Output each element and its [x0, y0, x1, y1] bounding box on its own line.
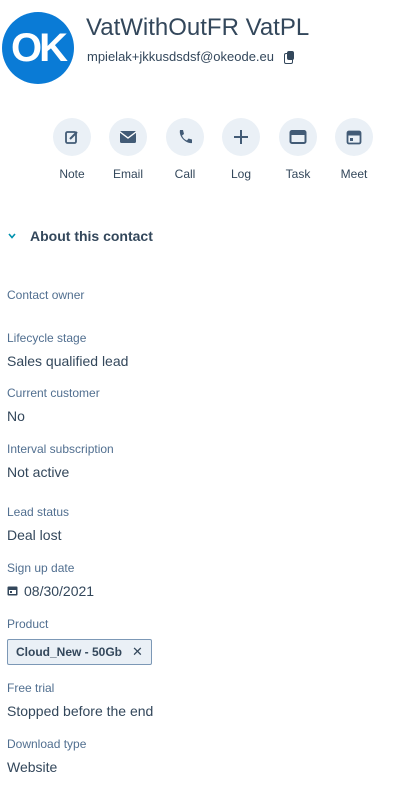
- task-icon: [279, 118, 317, 156]
- property-value: Not active: [7, 464, 70, 480]
- tag-label: Cloud_New - 50Gb: [16, 645, 123, 659]
- property-label: Lead status: [7, 505, 70, 519]
- log-button[interactable]: Log: [219, 118, 263, 181]
- property-value: Deal lost: [7, 527, 62, 543]
- property-label: Contact owner: [7, 288, 85, 302]
- property-lifecycle-stage[interactable]: Lifecycle stage Sales qualified lead: [7, 331, 387, 369]
- property-label: Lifecycle stage: [7, 331, 87, 345]
- note-label: Note: [59, 167, 85, 181]
- quick-actions: Note Email Call Log Task Meet: [50, 118, 380, 188]
- date-value: 08/30/2021: [24, 583, 95, 599]
- email-icon: [109, 118, 147, 156]
- property-value: No: [7, 408, 25, 424]
- contact-email[interactable]: mpielak+jkkusdsdsf@okeode.eu: [87, 49, 274, 64]
- about-section-toggle[interactable]: About this contact: [0, 224, 153, 248]
- property-value: Stopped before the end: [7, 703, 154, 719]
- property-download-type[interactable]: Download type Website: [7, 737, 387, 775]
- calendar-icon: [335, 118, 373, 156]
- task-button[interactable]: Task: [276, 118, 320, 181]
- property-label: Free trial: [7, 681, 55, 695]
- property-product[interactable]: Product Cloud_New - 50Gb ✕: [7, 617, 387, 665]
- property-label: Sign up date: [7, 561, 75, 575]
- avatar: OK: [2, 12, 74, 84]
- chevron-down-icon: [0, 233, 24, 239]
- copy-icon[interactable]: [284, 50, 295, 64]
- note-icon: [53, 118, 91, 156]
- log-label: Log: [230, 167, 252, 181]
- property-label: Interval subscription: [7, 442, 114, 456]
- call-label: Call: [174, 167, 196, 181]
- property-label: Current customer: [7, 386, 100, 400]
- property-value: Website: [7, 759, 58, 775]
- meet-label: Meet: [340, 167, 368, 181]
- call-button[interactable]: Call: [163, 118, 207, 181]
- property-lead-status[interactable]: Lead status Deal lost: [7, 505, 387, 543]
- calendar-icon: [7, 583, 18, 599]
- email-button[interactable]: Email: [106, 118, 150, 181]
- close-icon[interactable]: ✕: [132, 644, 143, 660]
- property-label: Download type: [7, 737, 87, 751]
- plus-icon: [222, 118, 260, 156]
- property-interval-subscription[interactable]: Interval subscription Not active: [7, 442, 387, 480]
- section-title: About this contact: [30, 228, 153, 244]
- property-current-customer[interactable]: Current customer No: [7, 386, 387, 424]
- meet-button[interactable]: Meet: [332, 118, 376, 181]
- property-free-trial[interactable]: Free trial Stopped before the end: [7, 681, 387, 719]
- property-value: 08/30/2021: [7, 583, 387, 599]
- property-contact-owner[interactable]: Contact owner: [7, 288, 387, 310]
- property-sign-up-date[interactable]: Sign up date 08/30/2021: [7, 561, 387, 599]
- contact-name: VatWithOutFR VatPL: [86, 14, 310, 41]
- email-row: mpielak+jkkusdsdsf@okeode.eu: [87, 49, 295, 64]
- contact-header: OK VatWithOutFR VatPL mpielak+jkkusdsdsf…: [0, 0, 401, 90]
- call-icon: [166, 118, 204, 156]
- note-button[interactable]: Note: [50, 118, 94, 181]
- property-label: Product: [7, 617, 49, 631]
- task-label: Task: [285, 167, 311, 181]
- product-tag: Cloud_New - 50Gb ✕: [7, 639, 152, 665]
- property-value: Sales qualified lead: [7, 353, 129, 369]
- property-value: Cloud_New - 50Gb ✕: [7, 639, 387, 665]
- email-label: Email: [112, 167, 143, 181]
